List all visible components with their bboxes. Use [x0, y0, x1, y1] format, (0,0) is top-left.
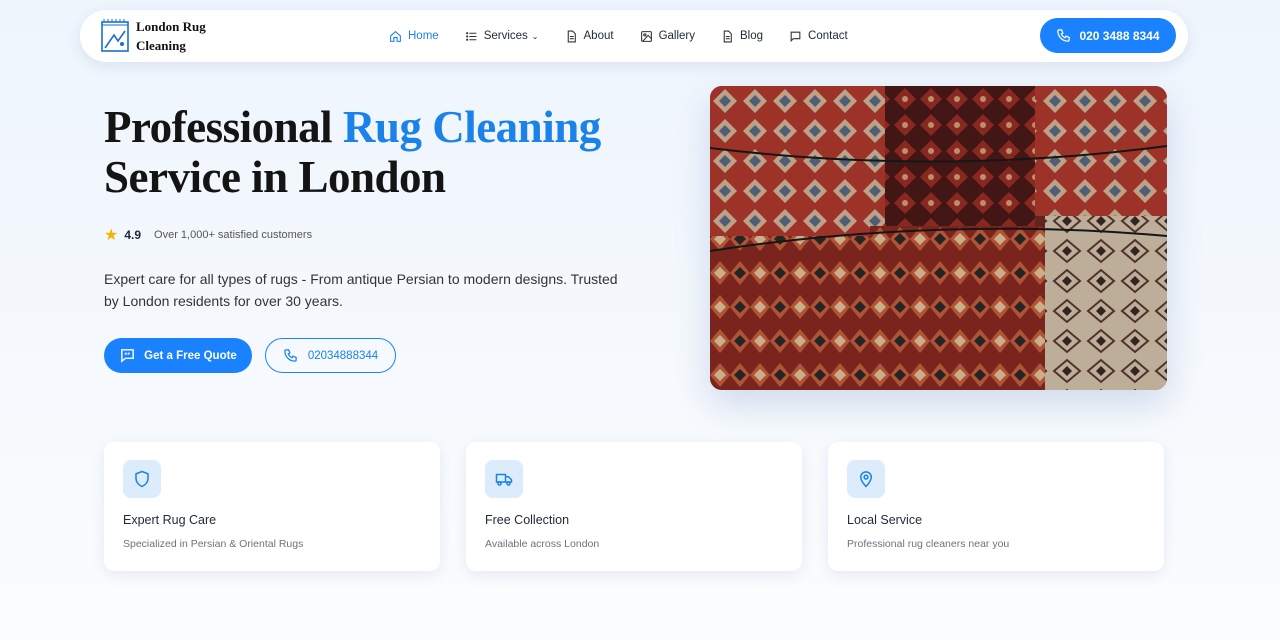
document-icon	[567, 30, 576, 42]
nav-item-label: About	[583, 30, 614, 42]
rating-text: Over 1,000+ satisfied customers	[154, 229, 313, 241]
home-icon	[390, 30, 401, 42]
feature-card-collection: Free Collection Available across London	[466, 442, 802, 571]
nav-item-label: Gallery	[658, 30, 695, 42]
brand-name-line1: London Rug	[136, 19, 206, 34]
hero-title-part1: Professional	[104, 102, 343, 152]
hero-title-highlight: Rug Cleaning	[342, 102, 601, 152]
feature-subtitle: Specialized in Persian & Oriental Rugs	[123, 538, 304, 550]
nav-item-gallery[interactable]: Gallery	[640, 30, 695, 43]
chat-quote-icon	[121, 349, 135, 363]
feature-title: Expert Rug Care	[123, 513, 217, 527]
rugs-photo	[710, 86, 1167, 390]
header-phone-button[interactable]: 020 3488 8344	[1040, 18, 1176, 53]
nav-item-label: Services	[483, 30, 528, 42]
rug-logo-icon	[101, 19, 129, 52]
hero-phone-label: 02034888344	[307, 349, 379, 362]
get-quote-button[interactable]: Get a Free Quote	[104, 338, 252, 373]
feature-card-expert: Expert Rug Care Specialized in Persian &…	[104, 442, 440, 571]
rating-row: ★ 4.9 Over 1,000+ satisfied customers	[104, 225, 312, 245]
nav-item-contact[interactable]: Contact	[789, 30, 848, 43]
top-navbar: London Rug Cleaning Home Services ⌄ Abou…	[80, 10, 1188, 62]
rating-value: 4.9	[124, 228, 142, 242]
feature-title: Local Service	[847, 513, 923, 527]
truck-icon	[495, 473, 513, 486]
nav-item-label: Home	[408, 30, 439, 42]
hero-title: Professional Rug Cleaning Service in Lond…	[104, 102, 601, 202]
chevron-down-icon: ⌄	[531, 31, 539, 41]
chat-icon	[790, 31, 801, 42]
phone-icon	[284, 349, 297, 362]
document-icon	[723, 30, 732, 42]
nav-item-label: Contact	[808, 30, 848, 42]
header-phone-label: 020 3488 8344	[1079, 28, 1160, 43]
star-icon: ★	[104, 227, 119, 244]
main-menu: Home Services ⌄ About Gallery Blog Conta…	[389, 10, 874, 62]
nav-item-label: Blog	[740, 30, 764, 42]
shield-icon	[135, 470, 149, 488]
hero-description: Expert care for all types of rugs - From…	[104, 271, 618, 309]
get-quote-label: Get a Free Quote	[144, 349, 237, 362]
feature-title: Free Collection	[485, 513, 570, 527]
image-icon	[640, 30, 652, 42]
hero-title-part2: Service in London	[104, 152, 446, 202]
nav-item-about[interactable]: About	[565, 30, 614, 43]
nav-item-home[interactable]: Home	[389, 30, 439, 43]
map-pin-icon	[859, 471, 873, 488]
phone-icon	[1057, 29, 1071, 42]
hero-phone-button[interactable]: 02034888344	[265, 338, 396, 373]
hero-rugs-image	[710, 86, 1167, 390]
feature-icon-box	[123, 460, 161, 498]
feature-icon-box	[485, 460, 523, 498]
feature-subtitle: Available across London	[485, 538, 600, 550]
feature-icon-box	[847, 460, 885, 498]
feature-cards: Expert Rug Care Specialized in Persian &…	[104, 442, 1190, 571]
nav-item-services[interactable]: Services ⌄	[465, 30, 539, 43]
brand-logo[interactable]: London Rug Cleaning	[100, 17, 206, 55]
feature-subtitle: Professional rug cleaners near you	[847, 538, 1010, 550]
list-icon	[465, 31, 477, 41]
nav-item-blog[interactable]: Blog	[721, 30, 763, 43]
feature-card-local: Local Service Professional rug cleaners …	[828, 442, 1164, 571]
brand-name-line2: Cleaning	[136, 38, 186, 53]
